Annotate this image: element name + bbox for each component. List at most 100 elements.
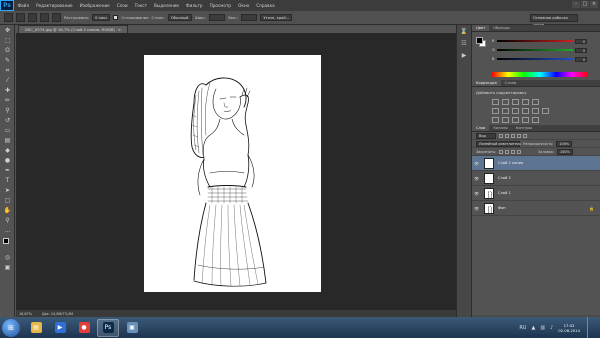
- color-balance-icon[interactable]: [502, 108, 509, 114]
- visibility-eye-icon[interactable]: 👁: [472, 191, 481, 196]
- menu-item-7[interactable]: Просмотр: [206, 3, 235, 8]
- levels-icon[interactable]: [502, 99, 509, 105]
- fill-input[interactable]: 100%: [556, 148, 573, 155]
- style-select[interactable]: Обычный: [167, 14, 192, 21]
- menu-item-2[interactable]: Изображение: [76, 3, 113, 8]
- document-canvas[interactable]: [144, 55, 321, 292]
- zoom-level[interactable]: 16,67%: [19, 312, 32, 316]
- add-selection-icon[interactable]: [28, 13, 37, 22]
- shape-tool-icon[interactable]: ▢: [2, 196, 13, 205]
- threshold-icon[interactable]: [512, 117, 519, 123]
- blue-slider[interactable]: B 0: [492, 56, 596, 62]
- layer-kind-filter[interactable]: Вид: [476, 132, 496, 139]
- taskbar-windows-explorer[interactable]: ▤: [25, 319, 47, 337]
- eyedropper-tool-icon[interactable]: ⁄: [2, 76, 13, 85]
- healing-brush-tool-icon[interactable]: ✚: [2, 86, 13, 95]
- taskbar-chrome[interactable]: ●: [73, 319, 95, 337]
- new-selection-icon[interactable]: [16, 13, 25, 22]
- history-brush-tool-icon[interactable]: ↺: [2, 116, 13, 125]
- marquee-tool-icon[interactable]: ⬚: [2, 36, 13, 45]
- volume-icon[interactable]: ♪: [550, 325, 553, 331]
- visibility-eye-icon[interactable]: 👁: [472, 176, 481, 181]
- menu-item-6[interactable]: Фильтр: [183, 3, 207, 8]
- blue-value[interactable]: 0: [575, 56, 587, 62]
- taskbar-image-viewer[interactable]: ▣: [121, 319, 143, 337]
- menu-item-1[interactable]: Редактирование: [33, 3, 77, 8]
- quick-mask-icon[interactable]: ◎: [2, 253, 13, 262]
- dodge-tool-icon[interactable]: ●: [2, 156, 13, 165]
- height-input[interactable]: [241, 14, 258, 21]
- layer-row[interactable]: 👁 Слой 2: [472, 171, 600, 186]
- history-icon[interactable]: ⌛: [459, 28, 469, 37]
- brightness-icon[interactable]: [492, 99, 499, 105]
- foreground-color-swatch[interactable]: [3, 238, 9, 244]
- tab-paths[interactable]: Контуры: [512, 125, 536, 131]
- lock-all-icon[interactable]: [517, 149, 522, 154]
- channel-mixer-icon[interactable]: [532, 108, 539, 114]
- maximize-button[interactable]: □: [581, 1, 589, 8]
- clock[interactable]: 17:52 02.06.2014: [558, 323, 580, 333]
- color-spectrum[interactable]: [492, 72, 588, 77]
- blur-tool-icon[interactable]: ◆: [2, 146, 13, 155]
- layer-row[interactable]: 👁 Фон 🔒: [472, 201, 600, 216]
- show-desktop-button[interactable]: [587, 317, 592, 338]
- antialias-checkbox[interactable]: [113, 15, 119, 20]
- tab-swatches[interactable]: Образцы: [489, 25, 514, 31]
- menu-item-0[interactable]: Файл: [14, 3, 33, 8]
- tab-color[interactable]: Цвет: [472, 25, 490, 31]
- hue-saturation-icon[interactable]: [492, 108, 499, 114]
- crop-tool-icon[interactable]: ⌗: [2, 66, 13, 75]
- canvas-area[interactable]: [16, 33, 456, 310]
- document-tab[interactable]: DSC_0574.jpg @ 16,7% (Слой 2 копия, RGB/…: [18, 25, 129, 33]
- blue-gradient[interactable]: [497, 58, 573, 60]
- menu-item-4[interactable]: Текст: [131, 3, 150, 8]
- red-value[interactable]: 0: [575, 38, 587, 44]
- quick-select-tool-icon[interactable]: ✎: [2, 56, 13, 65]
- intersect-selection-icon[interactable]: [52, 13, 61, 22]
- layer-row[interactable]: 👁 Слой 2 копия: [472, 156, 600, 171]
- lock-position-icon[interactable]: [511, 149, 516, 154]
- gradient-map-icon[interactable]: [522, 117, 529, 123]
- gradient-tool-icon[interactable]: ▤: [2, 136, 13, 145]
- workspace-select[interactable]: Основная рабочая среда: [530, 14, 578, 27]
- vibrance-icon[interactable]: [532, 99, 539, 105]
- screen-mode-icon[interactable]: ▣: [2, 263, 13, 272]
- menu-item-8[interactable]: Окно: [235, 3, 253, 8]
- lock-pixels-icon[interactable]: [505, 149, 510, 154]
- filter-adjustment-icon[interactable]: [505, 133, 509, 138]
- subtract-selection-icon[interactable]: [40, 13, 49, 22]
- show-hidden-icons-icon[interactable]: ▲: [531, 325, 535, 331]
- eraser-tool-icon[interactable]: ▭: [2, 126, 13, 135]
- lasso-tool-icon[interactable]: ʘ: [2, 46, 13, 55]
- exposure-icon[interactable]: [522, 99, 529, 105]
- taskbar-photoshop[interactable]: Ps: [97, 318, 119, 337]
- menu-item-5[interactable]: Выделение: [151, 3, 183, 8]
- hand-tool-icon[interactable]: ✋: [2, 206, 13, 215]
- tab-styles[interactable]: Стили: [501, 80, 521, 86]
- close-tab-icon[interactable]: ×: [118, 27, 121, 32]
- marquee-tool-preset-icon[interactable]: [4, 13, 13, 22]
- menu-item-9[interactable]: Справка: [253, 3, 278, 8]
- opacity-input[interactable]: 100%: [556, 140, 573, 147]
- feather-input[interactable]: 0 пикс: [92, 14, 111, 21]
- red-gradient[interactable]: [497, 40, 573, 42]
- move-tool-icon[interactable]: ✥: [2, 26, 13, 35]
- filter-type-icon[interactable]: [511, 133, 515, 138]
- zoom-tool-icon[interactable]: ⚲: [2, 216, 13, 225]
- minimize-button[interactable]: –: [572, 1, 580, 8]
- lock-transparent-icon[interactable]: [499, 149, 504, 154]
- filter-shape-icon[interactable]: [517, 133, 521, 138]
- properties-icon[interactable]: ☷: [459, 40, 469, 49]
- black-white-icon[interactable]: [512, 108, 519, 114]
- red-slider[interactable]: R 0: [492, 38, 596, 44]
- invert-icon[interactable]: [492, 117, 499, 123]
- green-slider[interactable]: G 0: [492, 47, 596, 53]
- selective-color-icon[interactable]: [532, 117, 539, 123]
- clone-stamp-tool-icon[interactable]: ⚲: [2, 106, 13, 115]
- pen-tool-icon[interactable]: ✒: [2, 166, 13, 175]
- menu-item-3[interactable]: Слои: [113, 3, 131, 8]
- visibility-eye-icon[interactable]: 👁: [472, 206, 481, 211]
- green-gradient[interactable]: [497, 49, 573, 51]
- brush-tool-icon[interactable]: ✏: [2, 96, 13, 105]
- blend-mode-select[interactable]: Линейный осветлитель: [476, 140, 521, 147]
